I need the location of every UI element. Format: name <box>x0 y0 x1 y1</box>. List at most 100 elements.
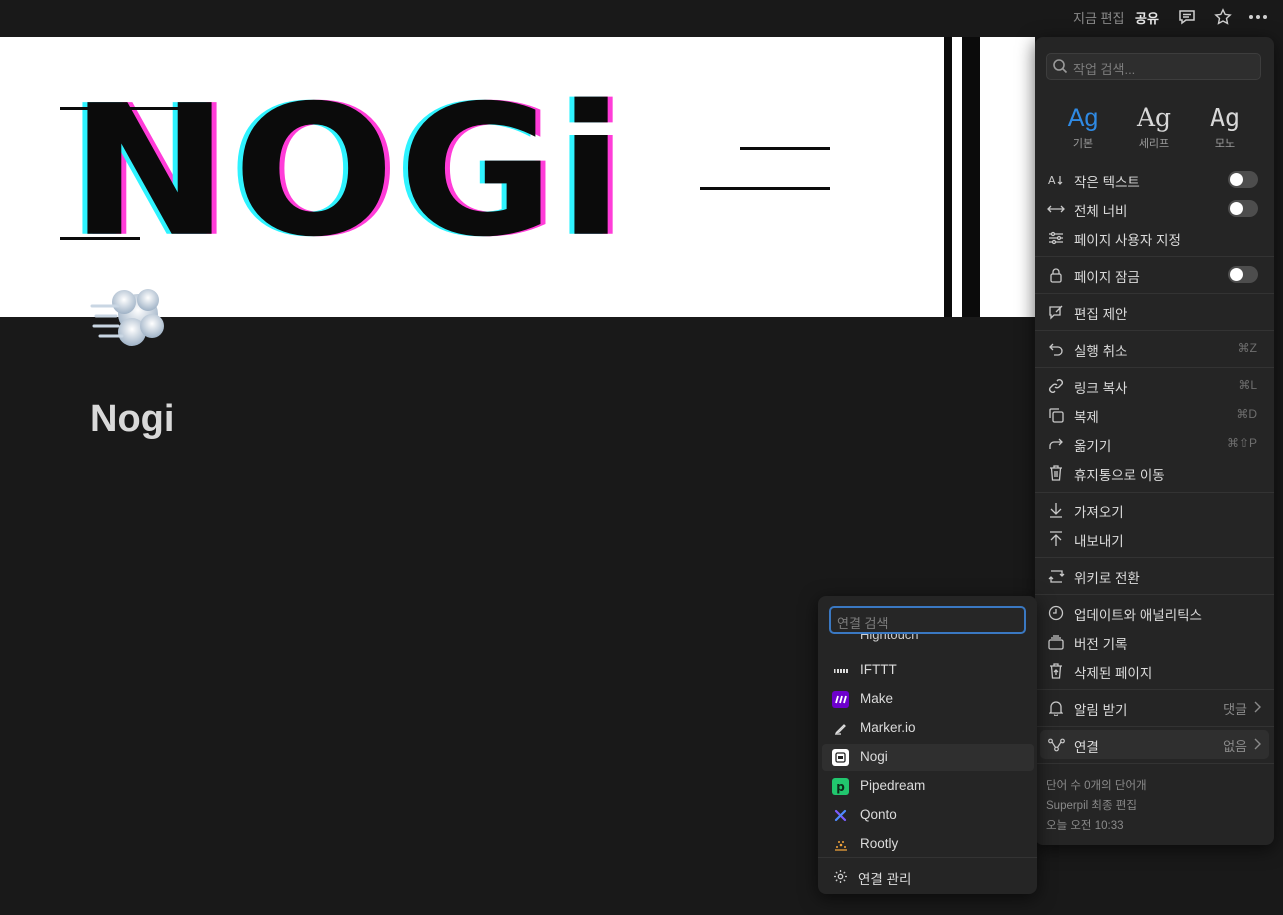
chevron-right-icon <box>1254 700 1261 716</box>
font-label: 기본 <box>1072 138 1094 150</box>
duplicate-shortcut: ⌘D <box>1236 407 1257 421</box>
nogi-icon <box>832 749 849 766</box>
notifications-label: 알림 받기 <box>1074 703 1128 718</box>
font-sample: Ag <box>1136 103 1172 132</box>
export-item[interactable]: 내보내기 <box>1035 524 1274 553</box>
version-history-item[interactable]: 버전 기록 <box>1035 627 1274 656</box>
connections-submenu: Hightouch 연결 검색 IFTTT Make Marker.io Nog… <box>818 596 1037 894</box>
undo-item[interactable]: 실행 취소 ⌘Z <box>1035 334 1274 363</box>
export-icon <box>1047 530 1065 548</box>
manage-connections-label: 연결 관리 <box>858 872 912 887</box>
clock-icon <box>1047 604 1065 622</box>
convert-icon <box>1047 567 1065 585</box>
copy-link-shortcut: ⌘L <box>1238 378 1257 392</box>
duplicate-icon <box>1047 406 1065 424</box>
undo-label: 실행 취소 <box>1074 344 1128 359</box>
full-width-icon <box>1047 200 1065 218</box>
move-shortcut: ⌘⇧P <box>1226 436 1257 450</box>
connection-search-placeholder: 연결 검색 <box>837 616 889 631</box>
suggest-edits-item[interactable]: 편집 제안 <box>1035 297 1274 326</box>
chevron-right-icon <box>1254 737 1261 753</box>
make-icon <box>832 691 849 708</box>
full-width-toggle[interactable] <box>1228 200 1258 217</box>
updates-analytics-item[interactable]: 업데이트와 애널리틱스 <box>1035 598 1274 627</box>
connection-label: IFTTT <box>860 662 897 677</box>
qonto-icon <box>832 807 849 824</box>
copy-link-item[interactable]: 링크 복사 ⌘L <box>1035 371 1274 400</box>
import-item[interactable]: 가져오기 <box>1035 495 1274 524</box>
small-text-toggle[interactable] <box>1228 171 1258 188</box>
share-button[interactable]: 공유 <box>1135 8 1159 27</box>
connection-search-input[interactable]: 연결 검색 <box>829 606 1026 634</box>
cover-image[interactable]: NOGi <box>0 37 1035 317</box>
connection-label: Marker.io <box>860 720 916 735</box>
move-to-trash-label: 휴지통으로 이동 <box>1074 468 1165 483</box>
font-sample: Ag <box>1209 103 1241 132</box>
comment-icon[interactable] <box>1176 6 1198 28</box>
sliders-icon <box>1047 229 1065 247</box>
font-default-option[interactable]: Ag 기본 <box>1053 103 1113 151</box>
connection-label: Pipedream <box>860 778 926 793</box>
connection-label: Nogi <box>860 749 888 764</box>
updates-analytics-label: 업데이트와 애널리틱스 <box>1074 608 1202 623</box>
page-title[interactable]: Nogi <box>90 398 174 441</box>
connection-item-rootly[interactable]: Rootly <box>822 831 1034 858</box>
font-mono-option[interactable]: Ag 모노 <box>1195 103 1255 151</box>
suggest-edit-icon <box>1047 303 1065 321</box>
connection-item-pipedream[interactable]: p Pipedream <box>822 773 1034 800</box>
import-icon <box>1047 501 1065 519</box>
font-label: 모노 <box>1214 138 1236 150</box>
lock-page-toggle-row[interactable]: 페이지 잠금 <box>1035 260 1274 289</box>
connections-item[interactable]: 연결 없음 <box>1040 730 1269 759</box>
connections-icon <box>1047 736 1065 754</box>
word-count: 단어 수 0개의 단어개 <box>1046 780 1147 792</box>
connection-item-marker-io[interactable]: Marker.io <box>822 715 1034 742</box>
customize-page-label: 페이지 사용자 지정 <box>1074 233 1181 248</box>
undo-shortcut: ⌘Z <box>1237 341 1257 355</box>
full-width-toggle-row[interactable]: 전체 너비 <box>1035 194 1274 223</box>
list-item-peek: Hightouch <box>860 634 919 642</box>
last-edited-time: 오늘 오전 10:33 <box>1046 820 1124 832</box>
connection-item-make[interactable]: Make <box>822 686 1034 713</box>
lock-page-label: 페이지 잠금 <box>1074 270 1140 285</box>
star-icon[interactable] <box>1212 6 1234 28</box>
last-edited-label: 지금 편집 <box>1073 11 1125 26</box>
font-sample: Ag <box>1067 104 1099 132</box>
svg-text:A: A <box>1048 174 1056 187</box>
marker-io-icon <box>832 720 849 737</box>
move-item[interactable]: 옮기기 ⌘⇧P <box>1035 429 1274 458</box>
duplicate-label: 복제 <box>1074 410 1099 425</box>
move-label: 옮기기 <box>1074 439 1112 454</box>
turn-into-wiki-item[interactable]: 위키로 전환 <box>1035 561 1274 590</box>
connection-item-qonto[interactable]: Qonto <box>822 802 1034 829</box>
link-icon <box>1047 377 1065 395</box>
lock-page-toggle[interactable] <box>1228 266 1258 283</box>
font-serif-option[interactable]: Ag 세리프 <box>1124 103 1184 151</box>
pipedream-icon: p <box>832 778 849 795</box>
connections-value: 없음 <box>1223 739 1247 754</box>
deleted-pages-item[interactable]: 삭제된 페이지 <box>1035 656 1274 685</box>
duplicate-item[interactable]: 복제 ⌘D <box>1035 400 1274 429</box>
notifications-item[interactable]: 알림 받기 댓글 <box>1035 693 1274 722</box>
customize-page-item[interactable]: 페이지 사용자 지정 <box>1035 223 1274 252</box>
page-emoji-icon[interactable] <box>90 280 170 352</box>
version-history-icon <box>1047 633 1065 651</box>
action-search-input[interactable]: 작업 검색... <box>1046 53 1261 80</box>
connection-item-nogi[interactable]: Nogi <box>822 744 1034 771</box>
connection-label: Make <box>860 691 894 706</box>
ifttt-icon <box>832 662 849 679</box>
move-arrow-icon <box>1047 435 1065 453</box>
search-icon <box>1052 58 1068 77</box>
deleted-pages-label: 삭제된 페이지 <box>1074 666 1153 681</box>
full-width-label: 전체 너비 <box>1074 204 1128 219</box>
last-edited-by: Superpil 최종 편집 <box>1046 800 1137 812</box>
manage-connections-item[interactable]: 연결 관리 <box>822 863 1034 890</box>
version-history-label: 버전 기록 <box>1074 637 1128 652</box>
notifications-value: 댓글 <box>1223 702 1247 717</box>
move-to-trash-item[interactable]: 휴지통으로 이동 <box>1035 458 1274 487</box>
bell-icon <box>1047 699 1065 717</box>
more-icon[interactable] <box>1247 6 1269 28</box>
copy-link-label: 링크 복사 <box>1074 381 1128 396</box>
connection-item-ifttt[interactable]: IFTTT <box>822 657 1034 684</box>
small-text-toggle-row[interactable]: A 작은 텍스트 <box>1035 165 1274 194</box>
